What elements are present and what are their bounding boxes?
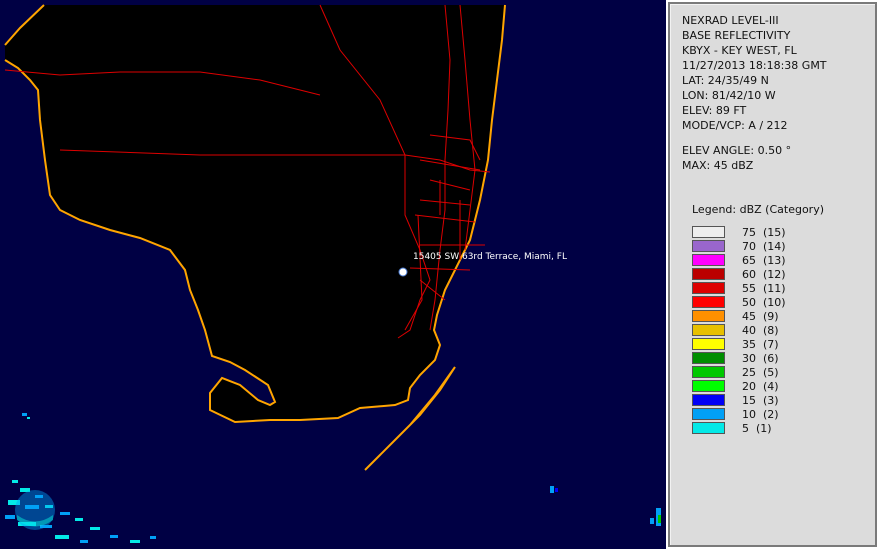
legend-swatch (692, 282, 725, 294)
legend-swatch (692, 324, 725, 336)
legend-swatch (692, 240, 725, 252)
legend-swatch (692, 226, 725, 238)
legend-label: 15 (3) (742, 393, 779, 407)
legend-label: 40 (8) (742, 323, 779, 337)
legend-swatch (692, 380, 725, 392)
legend-swatch (692, 352, 725, 364)
radar-map-canvas (4, 4, 661, 543)
legend-swatch (692, 310, 725, 322)
lon-text: LON: 81/42/10 W (682, 89, 776, 102)
legend-label: 5 (1) (742, 421, 772, 435)
legend-swatch (692, 268, 725, 280)
legend-swatch (692, 366, 725, 378)
legend-row: 70 (14) (692, 239, 786, 253)
legend-label: 65 (13) (742, 253, 786, 267)
legend-label: 35 (7) (742, 337, 779, 351)
max-text: MAX: 45 dBZ (682, 159, 754, 172)
legend-row: 50 (10) (692, 295, 786, 309)
legend-row: 40 (8) (692, 323, 786, 337)
legend-row: 65 (13) (692, 253, 786, 267)
legend-row: 55 (11) (692, 281, 786, 295)
legend-swatch (692, 338, 725, 350)
timestamp-text: 11/27/2013 18:18:38 GMT (682, 59, 827, 72)
legend-row: 60 (12) (692, 267, 786, 281)
legend-row: 35 (7) (692, 337, 786, 351)
legend-list: 75 (15) 70 (14) 65 (13) 60 (12) 55 (11) 50 (1… (692, 225, 786, 435)
legend-label: 10 (2) (742, 407, 779, 421)
legend-label: 25 (5) (742, 365, 779, 379)
legend-swatch (692, 408, 725, 420)
florida-land (5, 5, 505, 422)
elev-angle-text: ELEV ANGLE: 0.50 ° (682, 144, 792, 157)
elev-text: ELEV: 89 FT (682, 104, 747, 117)
legend-row: 25 (5) (692, 365, 786, 379)
type-text: BASE REFLECTIVITY (682, 29, 791, 42)
station-text: KBYX - KEY WEST, FL (682, 44, 797, 57)
legend-label: 30 (6) (742, 351, 779, 365)
radar-map[interactable]: 15405 SW 63rd Terrace, Miami, FL (0, 0, 666, 549)
legend-label: 20 (4) (742, 379, 779, 393)
legend-label: 55 (11) (742, 281, 786, 295)
product-text: NEXRAD LEVEL-III (682, 14, 779, 27)
legend-row: 10 (2) (692, 407, 786, 421)
info-panel: NEXRAD LEVEL-III BASE REFLECTIVITY KBYX … (668, 2, 877, 547)
noaa-logo (15, 490, 55, 530)
location-marker[interactable] (398, 267, 408, 277)
legend-label: 70 (14) (742, 239, 786, 253)
legend-label: 50 (10) (742, 295, 786, 309)
legend-row: 30 (6) (692, 351, 786, 365)
radar-echoes (5, 413, 661, 543)
legend-label: 45 (9) (742, 309, 779, 323)
location-label: 15405 SW 63rd Terrace, Miami, FL (413, 252, 567, 262)
legend-row: 5 (1) (692, 421, 786, 435)
lat-text: LAT: 24/35/49 N (682, 74, 769, 87)
legend-row: 75 (15) (692, 225, 786, 239)
mode-text: MODE/VCP: A / 212 (682, 119, 788, 132)
legend-row: 15 (3) (692, 393, 786, 407)
legend-title: Legend: dBZ (Category) (692, 203, 824, 216)
legend-swatch (692, 296, 725, 308)
legend-label: 75 (15) (742, 225, 786, 239)
legend-row: 45 (9) (692, 309, 786, 323)
legend-label: 60 (12) (742, 267, 786, 281)
legend-swatch (692, 254, 725, 266)
legend-swatch (692, 394, 725, 406)
legend-swatch (692, 422, 725, 434)
radar-info: NEXRAD LEVEL-III BASE REFLECTIVITY KBYX … (682, 13, 827, 173)
legend-row: 20 (4) (692, 379, 786, 393)
